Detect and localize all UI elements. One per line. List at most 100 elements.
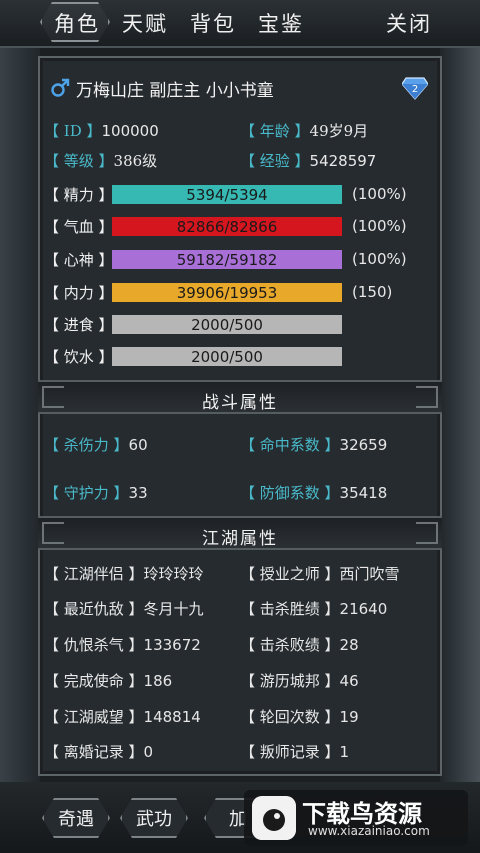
tab-talent[interactable]: 天赋	[122, 8, 168, 38]
kill-power-value: 60	[128, 436, 148, 454]
jianghu-section-title: 江湖属性	[202, 529, 278, 549]
cities-value: 46	[339, 672, 359, 690]
missions-label: 【 完成使命 】	[44, 672, 144, 690]
kill-wins-value: 21640	[339, 600, 388, 618]
watermark-url: www.xiazainiao.com	[308, 824, 430, 838]
stamina-value: 5394/5394	[186, 185, 268, 204]
jianghu-row: 【 游历城邦 】46	[240, 670, 359, 691]
betray-value: 1	[339, 743, 350, 761]
guard-power-value: 33	[128, 484, 148, 502]
jianghu-row: 【 最近仇敌 】冬月十九	[44, 598, 204, 619]
id-value: 100000	[101, 122, 159, 140]
enemy-value: 冬月十九	[143, 600, 204, 618]
tab-treasure[interactable]: 宝鉴	[258, 8, 304, 38]
stamina-bar: 5394/5394	[112, 185, 342, 204]
top-tab-bar: 角色 天赋 背包 宝鉴 关闭	[0, 0, 480, 48]
defense-value: 35418	[339, 484, 388, 502]
prestige-value: 148814	[143, 708, 201, 726]
missions-value: 186	[143, 672, 173, 690]
enemy-label: 【 最近仇敌 】	[44, 600, 144, 618]
close-button[interactable]: 关闭	[386, 8, 432, 38]
water-label: 【 饮水 】	[44, 348, 114, 366]
jianghu-row: 【 轮回次数 】19	[240, 706, 359, 727]
master-value: 西门吹雪	[339, 565, 400, 583]
age-label: 【 年龄 】	[240, 122, 310, 140]
prestige-label: 【 江湖威望 】	[44, 708, 144, 726]
stamina-label: 【 精力 】	[44, 186, 114, 204]
inner-power-bar: 39906/19953	[112, 283, 342, 302]
food-label: 【 进食 】	[44, 316, 114, 334]
tab-bag[interactable]: 背包	[190, 8, 236, 38]
inner-power-label: 【 内力 】	[44, 284, 114, 302]
hit-rate-label: 【 命中系数 】	[240, 436, 340, 454]
character-title: 万梅山庄 副庄主 小小书童	[76, 81, 274, 101]
jianghu-section-header: 江湖属性	[38, 516, 442, 550]
inner-power-value: 39906/19953	[176, 283, 278, 302]
exp-field: 【 经验 】5428597	[240, 150, 376, 171]
spirit-pct: (100%)	[352, 250, 407, 268]
level-field: 【 等级 】386级	[44, 150, 157, 171]
hit-rate-value: 32659	[339, 436, 388, 454]
svg-text:2: 2	[412, 84, 418, 95]
diamond-icon[interactable]: 2	[402, 76, 428, 100]
combat-section-title: 战斗属性	[202, 393, 278, 413]
jianghu-row: 【 江湖威望 】148814	[44, 706, 201, 727]
jianghu-row: 【 授业之师 】西门吹雪	[240, 563, 400, 584]
level-label: 【 等级 】	[44, 152, 114, 170]
guard-power-label: 【 守护力 】	[44, 484, 129, 502]
jianghu-row: 【 离婚记录 】0	[44, 741, 153, 762]
spirit-value: 59182/59182	[176, 250, 278, 269]
divorce-value: 0	[143, 743, 154, 761]
divorce-label: 【 离婚记录 】	[44, 743, 144, 761]
hatred-value: 133672	[143, 636, 201, 654]
kill-losses-label: 【 击杀败绩 】	[240, 636, 340, 654]
stamina-pct: (100%)	[352, 185, 407, 203]
combat-section-header: 战斗属性	[38, 380, 442, 414]
inner-power-pct: (150)	[352, 283, 393, 301]
guard-power-field: 【 守护力 】33	[44, 482, 148, 503]
cities-label: 【 游历城邦 】	[240, 672, 340, 690]
left-backdrop	[0, 0, 40, 853]
spirit-bar: 59182/59182	[112, 250, 342, 269]
age-value: 49岁9月	[309, 122, 369, 140]
health-pct: (100%)	[352, 217, 407, 235]
jianghu-row: 【 江湖伴侣 】玲玲玲玲	[44, 563, 204, 584]
watermark: 下载鸟资源 www.xiazainiao.com	[244, 790, 468, 846]
hatred-label: 【 仇恨杀气 】	[44, 636, 144, 654]
kill-wins-label: 【 击杀胜绩 】	[240, 600, 340, 618]
water-value: 2000/500	[191, 347, 263, 366]
exp-value: 5428597	[309, 152, 377, 170]
kill-power-field: 【 杀伤力 】60	[44, 434, 148, 455]
defense-field: 【 防御系数 】35418	[240, 482, 387, 503]
partner-value: 玲玲玲玲	[143, 565, 204, 583]
tab-encounter[interactable]: 奇遇	[42, 798, 110, 838]
exp-label: 【 经验 】	[240, 152, 310, 170]
age-field: 【 年龄 】49岁9月	[240, 120, 368, 141]
health-bar: 82866/82866	[112, 217, 342, 236]
jianghu-row: 【 仇恨杀气 】133672	[44, 634, 201, 655]
jianghu-row: 【 击杀败绩 】28	[240, 634, 359, 655]
food-value: 2000/500	[191, 315, 263, 334]
right-backdrop	[440, 0, 480, 853]
jianghu-row: 【 击杀胜绩 】21640	[240, 598, 387, 619]
water-bar: 2000/500	[112, 347, 342, 366]
defense-label: 【 防御系数 】	[240, 484, 340, 502]
jianghu-row: 【 叛师记录 】1	[240, 741, 349, 762]
jianghu-row: 【 完成使命 】186	[44, 670, 172, 691]
hit-rate-field: 【 命中系数 】32659	[240, 434, 387, 455]
tab-role[interactable]: 角色	[54, 8, 100, 38]
id-field: 【 ID 】100000	[44, 120, 159, 141]
level-value: 386级	[113, 152, 158, 170]
bird-logo-icon	[252, 796, 296, 840]
kill-power-label: 【 杀伤力 】	[44, 436, 129, 454]
rebirth-value: 19	[339, 708, 359, 726]
betray-label: 【 叛师记录 】	[240, 743, 340, 761]
male-icon	[51, 78, 70, 97]
spirit-label: 【 心神 】	[44, 251, 114, 269]
partner-label: 【 江湖伴侣 】	[44, 565, 144, 583]
health-value: 82866/82866	[176, 217, 278, 236]
id-label: 【 ID 】	[44, 122, 102, 140]
rebirth-label: 【 轮回次数 】	[240, 708, 340, 726]
health-label: 【 气血 】	[44, 218, 114, 236]
tab-martial-arts[interactable]: 武功	[120, 798, 188, 838]
